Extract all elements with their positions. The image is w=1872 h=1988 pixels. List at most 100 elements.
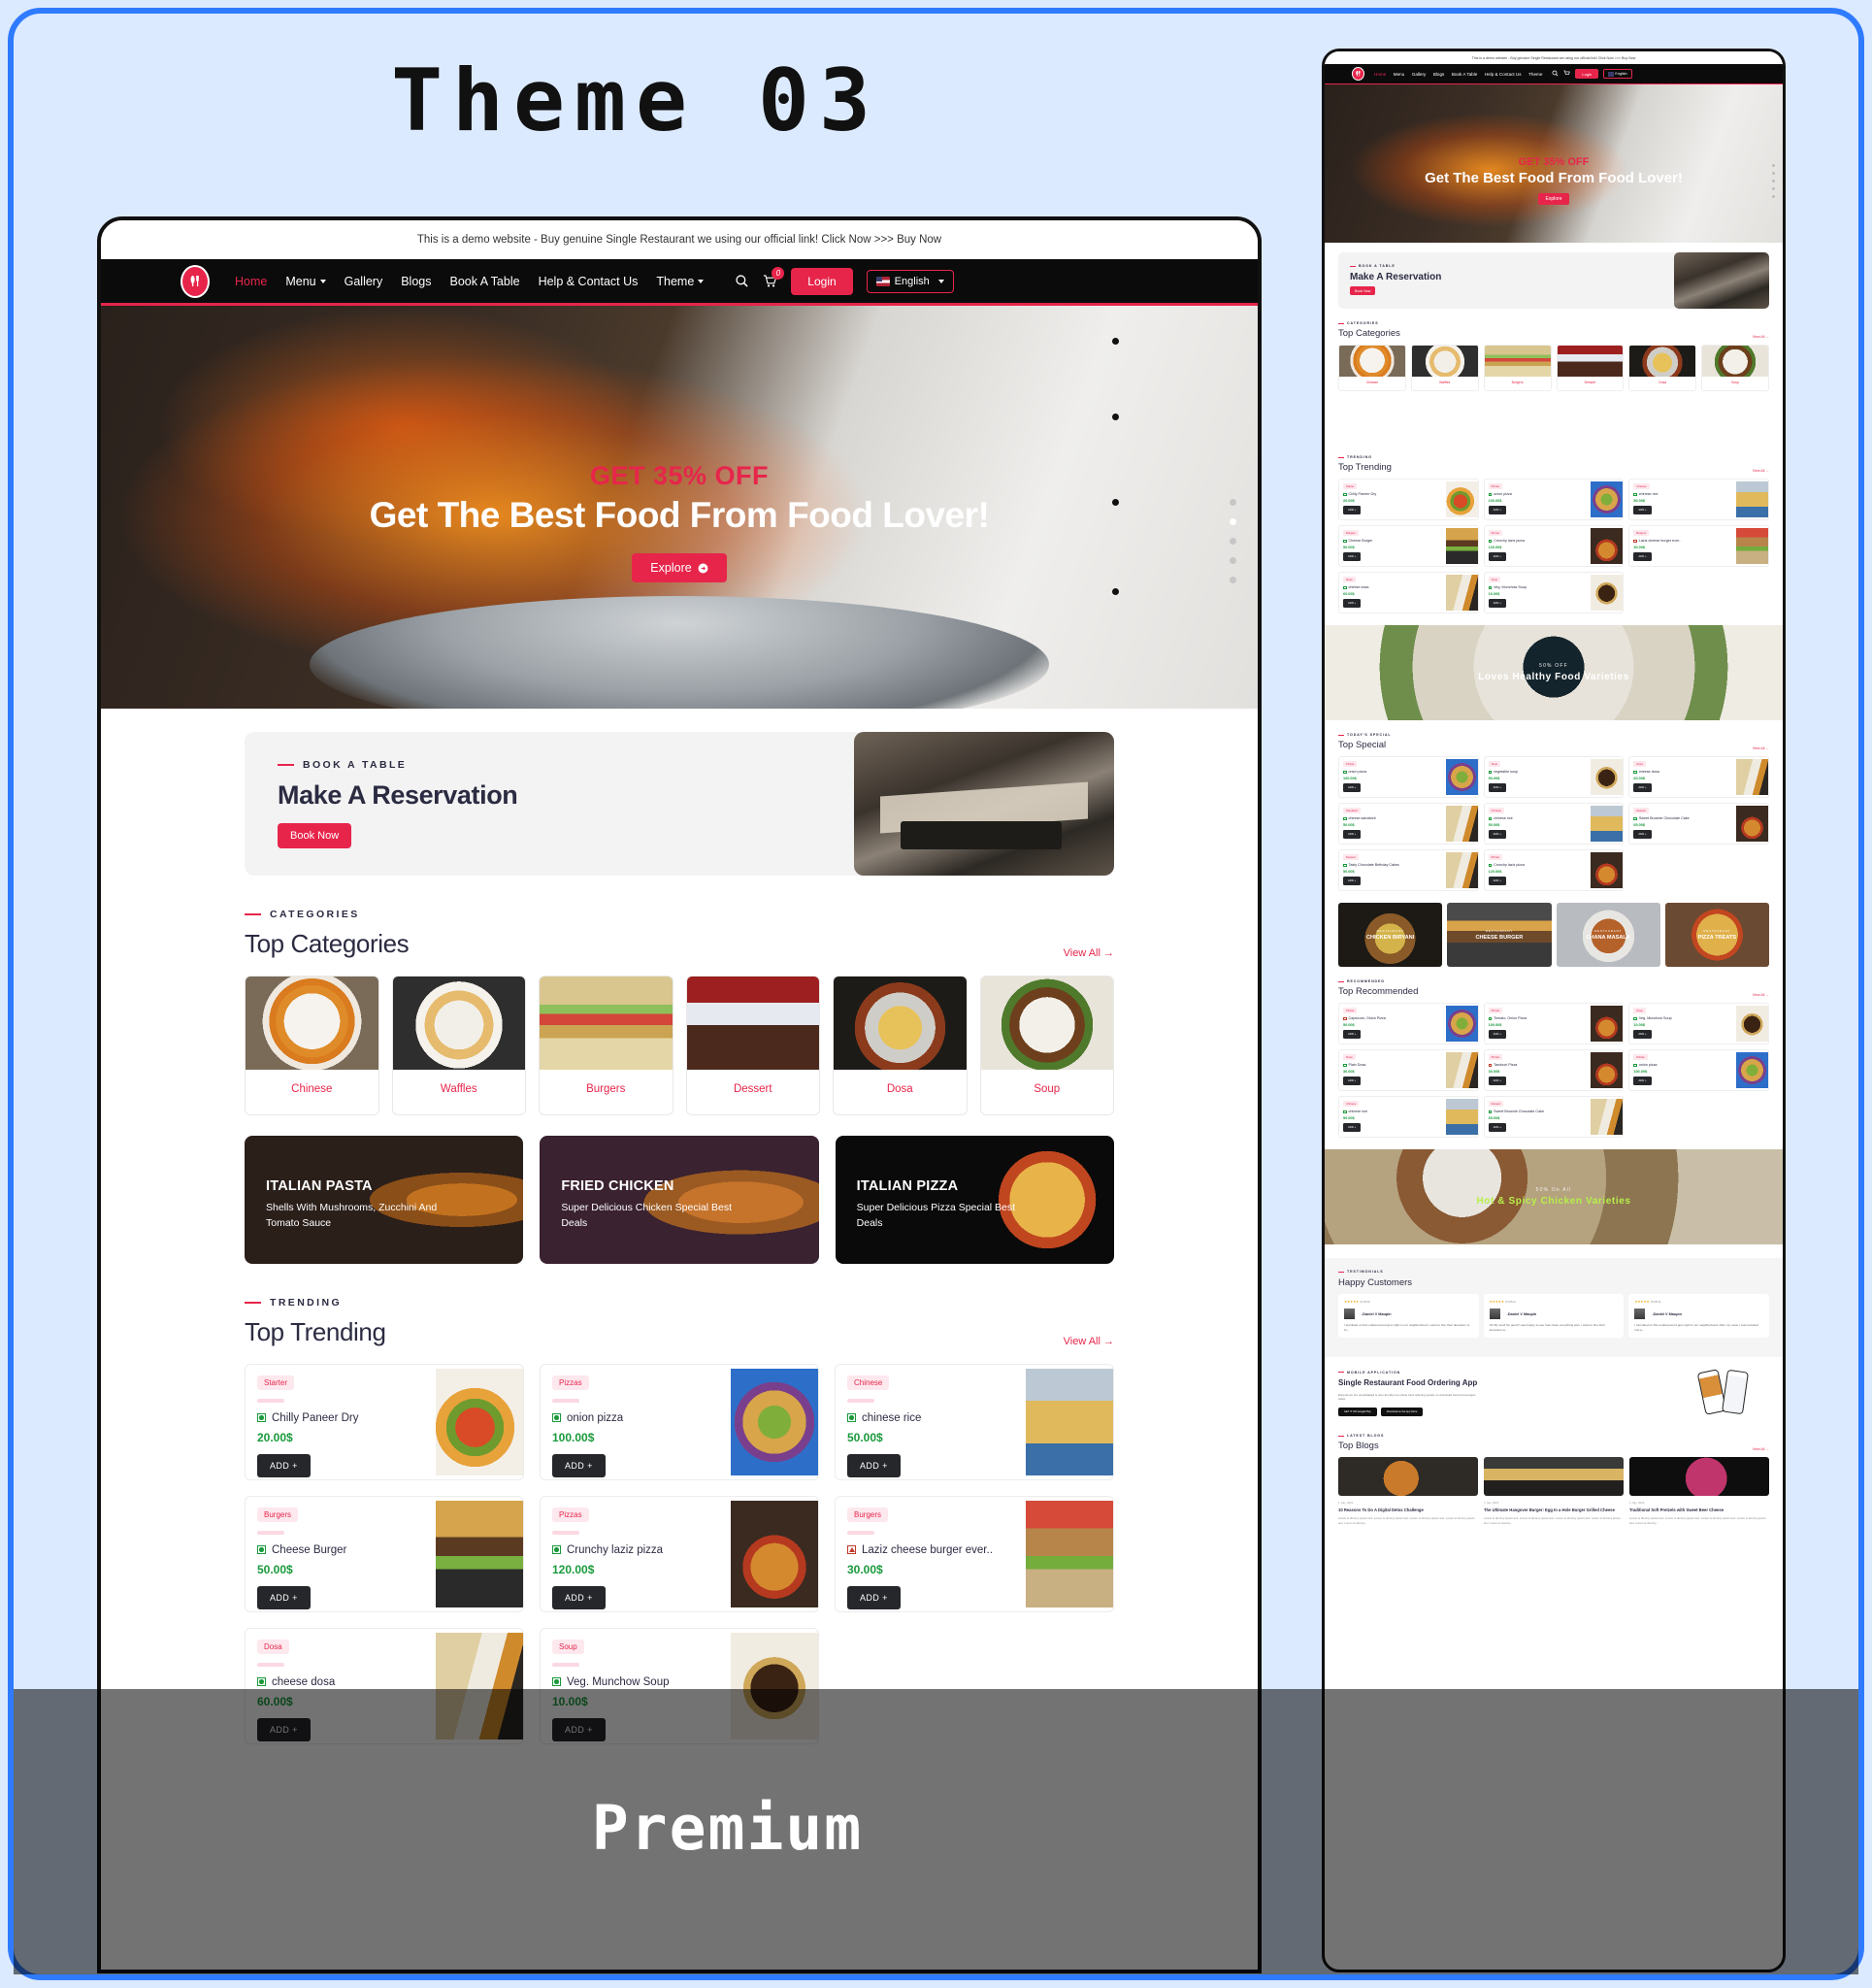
- product-card[interactable]: Burgers Cheese Burger 50.00$ ADD +: [1338, 525, 1479, 567]
- category-card[interactable]: Soup: [1701, 345, 1769, 391]
- category-card[interactable]: Burgers: [1483, 345, 1552, 391]
- product-card[interactable]: Dosa cheese dosa 60.00$ ADD +: [1628, 756, 1769, 798]
- category-card[interactable]: Chinese: [1338, 345, 1406, 391]
- category-card[interactable]: Dessert: [685, 976, 820, 1115]
- language-selector[interactable]: English: [866, 269, 954, 293]
- category-card[interactable]: Soup: [979, 976, 1114, 1115]
- cart-icon[interactable]: [1563, 70, 1571, 79]
- nav-item-home[interactable]: Home: [235, 275, 267, 288]
- nav-item-book-a-table[interactable]: Book A Table: [450, 275, 520, 288]
- promo-card[interactable]: ITALIAN PIZZA Super Delicious Pizza Speci…: [1629, 398, 1769, 443]
- product-card[interactable]: Chinese chinese rice 50.00$ ADD +: [1483, 803, 1625, 845]
- nav-item-book-a-table[interactable]: Book A Table: [1452, 72, 1477, 77]
- search-icon[interactable]: [1552, 70, 1559, 79]
- restaurant-card[interactable]: RESTAURANT CHANA MASALA: [1556, 903, 1660, 967]
- product-card[interactable]: Pizzas onion pizza 100.00$ ADD +: [1338, 756, 1479, 798]
- nav-item-theme[interactable]: Theme: [656, 275, 705, 288]
- category-card[interactable]: Dosa: [1628, 345, 1697, 391]
- add-to-cart-button[interactable]: ADD +: [257, 1453, 311, 1477]
- nav-item-menu[interactable]: Menu: [285, 275, 326, 288]
- trending-view-all[interactable]: View All →: [1753, 469, 1769, 473]
- product-card[interactable]: Soup Veg. Munchow Soup 10.00$ ADD +: [1483, 572, 1625, 613]
- add-to-cart-button[interactable]: ADD +: [1343, 505, 1362, 514]
- add-to-cart-button[interactable]: ADD +: [1488, 505, 1506, 514]
- nav-item-help-contact[interactable]: Help & Contact Us: [539, 275, 639, 288]
- add-to-cart-button[interactable]: ADD +: [1488, 1076, 1506, 1085]
- product-card[interactable]: Pizzas onion pizza 100.00$ ADD +: [1483, 479, 1625, 520]
- product-card[interactable]: Chinese chinese rice 50.00$ ADD +: [1628, 479, 1769, 520]
- special-view-all[interactable]: View All →: [1753, 746, 1769, 750]
- add-to-cart-button[interactable]: ADD +: [1488, 1122, 1506, 1132]
- add-to-cart-button[interactable]: ADD +: [552, 1453, 606, 1477]
- hero-dot[interactable]: [1230, 577, 1236, 584]
- cart-icon[interactable]: 0: [763, 267, 785, 288]
- promo-card[interactable]: ITALIAN PASTA Shells With Mushrooms, Zucc…: [1338, 398, 1478, 443]
- product-card[interactable]: Burgers Laziz cheese burger ever.. 30.00$ A…: [1628, 525, 1769, 567]
- add-to-cart-button[interactable]: ADD +: [1633, 1076, 1652, 1085]
- product-card[interactable]: Chinese chinese rice 50.00$ ADD +: [1338, 1096, 1479, 1138]
- nav-item-blogs[interactable]: Blogs: [1433, 72, 1445, 77]
- hero-dot-active[interactable]: [1230, 518, 1236, 526]
- restaurant-card[interactable]: RESTAURANT PIZZA TREATS: [1664, 903, 1769, 967]
- restaurant-card[interactable]: RESTAURANT CHEESE BURGER: [1447, 903, 1552, 967]
- brand-logo-icon[interactable]: [1352, 67, 1364, 81]
- google-play-badge[interactable]: GET IT ON Google Play: [1338, 1408, 1377, 1417]
- add-to-cart-button[interactable]: ADD +: [1343, 876, 1362, 885]
- promo-card[interactable]: ITALIAN PIZZA Super Delicious Pizza Spec…: [836, 1136, 1114, 1264]
- hero-dot[interactable]: [1772, 171, 1775, 175]
- product-card[interactable]: Starter Chilly Paneer Dry 20.00$ ADD +: [1338, 479, 1479, 520]
- add-to-cart-button[interactable]: ADD +: [257, 1585, 311, 1609]
- trending-view-all[interactable]: View All →: [1064, 1336, 1114, 1347]
- categories-view-all[interactable]: View All →: [1064, 947, 1114, 959]
- add-to-cart-button[interactable]: ADD +: [1633, 829, 1652, 839]
- restaurant-card[interactable]: RESTAURANT CHICKEN BIRYANI: [1338, 903, 1443, 967]
- blogs-view-all[interactable]: View All →: [1753, 1447, 1769, 1451]
- add-to-cart-button[interactable]: ADD +: [1488, 551, 1506, 561]
- product-card[interactable]: Dessert Sweet Brownie Chocolate Cake 65.00…: [1483, 1096, 1625, 1138]
- product-card[interactable]: Dosa cheese dosa 60.00$ ADD +: [1338, 572, 1479, 613]
- product-card[interactable]: Burgers Cheese Burger 50.00$ ADD +: [245, 1496, 524, 1612]
- nav-item-gallery[interactable]: Gallery: [1412, 72, 1427, 77]
- add-to-cart-button[interactable]: ADD +: [1343, 598, 1362, 608]
- add-to-cart-button[interactable]: ADD +: [1343, 1029, 1362, 1039]
- promo-card[interactable]: FRIED CHICKEN Super Delicious Chicken Spe…: [1484, 398, 1624, 443]
- add-to-cart-button[interactable]: ADD +: [1488, 598, 1506, 608]
- hero-slider-pager[interactable]: [1772, 163, 1775, 203]
- category-card[interactable]: Chinese: [245, 976, 379, 1115]
- book-now-button[interactable]: Book Now: [278, 823, 352, 848]
- add-to-cart-button[interactable]: ADD +: [847, 1585, 901, 1609]
- login-button[interactable]: Login: [791, 267, 853, 295]
- product-card[interactable]: Pizzas Tomato, Onion Pizza 100.00$ ADD +: [1483, 1003, 1625, 1044]
- nav-item-home[interactable]: Home: [1374, 72, 1386, 77]
- product-card[interactable]: Pizzas Crunchy laziz pizza 120.00$ ADD +: [540, 1496, 819, 1612]
- category-card[interactable]: Dessert: [1556, 345, 1625, 391]
- nav-item-theme[interactable]: Theme: [1528, 72, 1542, 77]
- add-to-cart-button[interactable]: ADD +: [552, 1585, 606, 1609]
- login-button[interactable]: Login: [1575, 69, 1599, 79]
- product-card[interactable]: Pizzas onion pizza 100.00$ ADD +: [540, 1364, 819, 1480]
- book-now-button[interactable]: Book Now: [1350, 286, 1376, 295]
- blog-card[interactable]: 1 July, 2022 Traditional Soft Pretzels w…: [1629, 1457, 1769, 1525]
- add-to-cart-button[interactable]: ADD +: [1343, 1076, 1362, 1085]
- blog-card[interactable]: 1 July, 2022 10 Reasons To Do A Digital …: [1338, 1457, 1478, 1525]
- app-store-badge[interactable]: Download on the App Store: [1380, 1408, 1424, 1417]
- product-card[interactable]: Dosa Plain Dosa 30.00$ ADD +: [1338, 1049, 1479, 1091]
- nav-item-blogs[interactable]: Blogs: [401, 275, 431, 288]
- product-card[interactable]: Pizzas onion pizza 100.00$ ADD +: [1628, 1049, 1769, 1091]
- add-to-cart-button[interactable]: ADD +: [1488, 829, 1506, 839]
- product-card[interactable]: Pizzas Crunchy laziz pizza 120.00$ ADD +: [1483, 525, 1625, 567]
- promo-card[interactable]: ITALIAN PASTA Shells With Mushrooms, Zuc…: [245, 1136, 524, 1264]
- recommended-view-all[interactable]: View All →: [1753, 993, 1769, 997]
- add-to-cart-button[interactable]: ADD +: [1488, 876, 1506, 885]
- product-card[interactable]: Chinese chinese rice 50.00$ ADD +: [835, 1364, 1114, 1480]
- hero-dot[interactable]: [1230, 538, 1236, 546]
- add-to-cart-button[interactable]: ADD +: [1633, 505, 1652, 514]
- add-to-cart-button[interactable]: ADD +: [1488, 782, 1506, 792]
- nav-item-gallery[interactable]: Gallery: [345, 275, 383, 288]
- add-to-cart-button[interactable]: ADD +: [1343, 1122, 1362, 1132]
- explore-button[interactable]: Explore: [632, 553, 727, 582]
- product-card[interactable]: Starter Chilly Paneer Dry 20.00$ ADD +: [245, 1364, 524, 1480]
- add-to-cart-button[interactable]: ADD +: [847, 1453, 901, 1477]
- add-to-cart-button[interactable]: ADD +: [1343, 551, 1362, 561]
- hero-dot[interactable]: [1772, 186, 1775, 190]
